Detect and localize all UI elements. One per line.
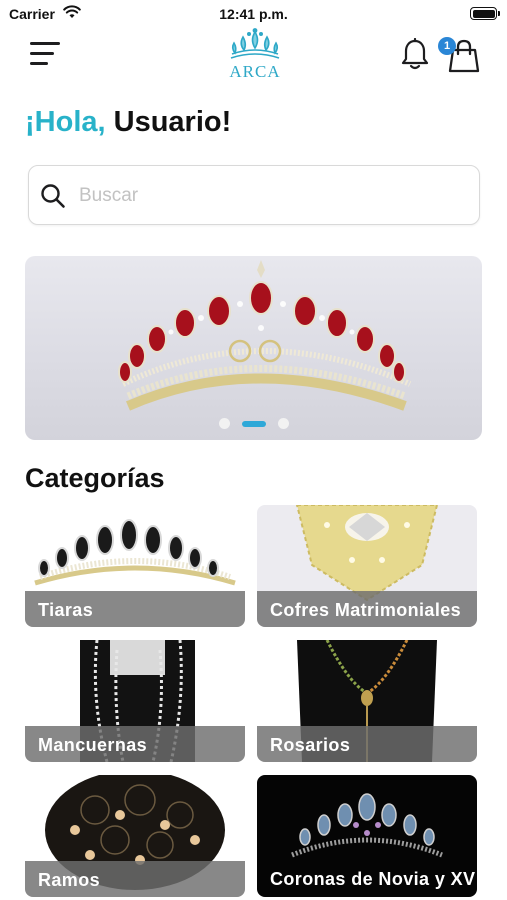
banner-tiara-image: [118, 260, 412, 411]
category-label: Ramos: [38, 870, 101, 890]
logo-text: ARCA: [229, 62, 281, 81]
menu-line-icon: [30, 62, 48, 65]
category-label: Rosarios: [270, 735, 351, 755]
search-bar: [28, 165, 480, 225]
crown-logo-icon: [230, 28, 280, 59]
app-logo: ARCA: [220, 28, 290, 90]
carousel-dot[interactable]: [218, 418, 230, 430]
category-card-tiaras[interactable]: Tiaras: [25, 505, 245, 627]
category-label: Cofres Matrimoniales: [270, 600, 462, 620]
category-label: Mancuernas: [38, 735, 148, 755]
category-card-cofres[interactable]: Cofres Matrimoniales: [257, 505, 477, 627]
carousel-dot-active[interactable]: [241, 420, 266, 427]
carousel-indicator: [25, 415, 482, 433]
menu-line-icon: [30, 42, 60, 45]
categories-title: Categorías: [25, 463, 165, 493]
status-bar: Carrier 12:41 p.m.: [0, 0, 507, 28]
greeting-hola: ¡Hola,: [25, 106, 106, 138]
category-label: Coronas de Novia y XV: [270, 869, 476, 889]
category-card-coronas[interactable]: Coronas de Novia y XV: [257, 775, 477, 897]
category-card-rosarios[interactable]: Rosarios: [257, 640, 477, 762]
greeting-username: Usuario!: [113, 106, 232, 138]
category-label: Tiaras: [38, 600, 94, 620]
menu-button[interactable]: [30, 42, 62, 66]
battery-icon: [470, 7, 500, 20]
carousel-dot[interactable]: [277, 418, 289, 430]
cart-count-badge: 1: [438, 37, 456, 55]
category-card-ramos[interactable]: Ramos: [25, 775, 245, 897]
menu-line-icon: [30, 52, 54, 55]
search-input[interactable]: [79, 180, 459, 212]
clock: 12:41 p.m.: [219, 6, 288, 22]
bell-icon: [401, 37, 429, 70]
category-card-mancuernas[interactable]: Mancuernas: [25, 640, 245, 762]
greeting-heading: ¡Hola, Usuario!: [25, 106, 231, 139]
notifications-button[interactable]: [399, 37, 431, 72]
promo-banner[interactable]: [25, 256, 482, 440]
search-icon[interactable]: [40, 183, 66, 214]
